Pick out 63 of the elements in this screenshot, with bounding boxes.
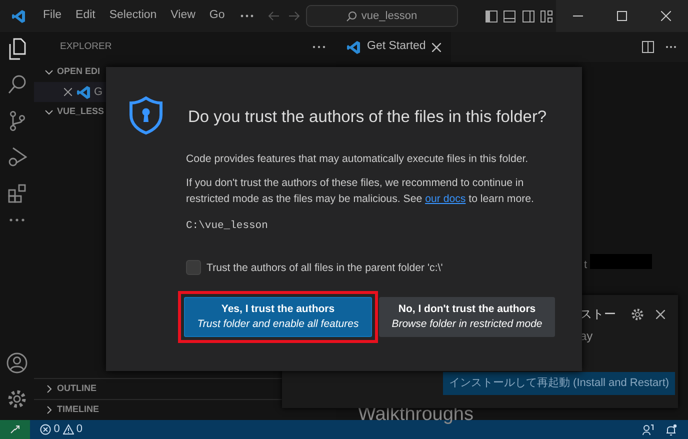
chevron-down-icon[interactable] <box>44 67 54 77</box>
search-icon <box>346 10 358 22</box>
section-header[interactable]: OUTLINE <box>57 382 96 396</box>
section-header[interactable]: TIMELINE <box>57 403 99 417</box>
menu-item[interactable]: File <box>36 7 69 25</box>
settings-icon[interactable] <box>6 388 28 410</box>
settings-icon[interactable] <box>631 308 644 321</box>
notification-title: ストー <box>580 306 616 323</box>
chevron-down-icon[interactable] <box>44 107 54 117</box>
extensions-icon[interactable] <box>7 182 27 204</box>
more-icon[interactable] <box>240 14 254 18</box>
more-icon[interactable] <box>665 45 677 49</box>
chevron-right-icon[interactable] <box>44 405 54 415</box>
restricted-mode-button[interactable]: No, I don't trust the authors Browse folder in restricted mode <box>379 296 555 337</box>
file-logo-icon <box>76 85 90 99</box>
editor-tab[interactable]: Get Started <box>336 32 451 62</box>
trust-button[interactable]: Yes, I trust the authors Trust folder and enable all features <box>184 296 372 337</box>
problems-button[interactable]: 0 0 <box>34 420 88 439</box>
checkbox-label: Trust the authors of all files in the parent folder 'c:\' <box>206 260 443 276</box>
warning-icon <box>62 424 74 435</box>
close-icon[interactable] <box>64 88 72 96</box>
app-logo-icon <box>11 8 26 24</box>
run-debug-icon[interactable] <box>7 146 27 168</box>
menu-item[interactable]: View <box>164 7 202 25</box>
split-editor-icon[interactable] <box>642 41 654 53</box>
remote-button[interactable] <box>0 420 30 439</box>
section-heading: Walkthroughs <box>358 403 474 427</box>
tab-logo-icon <box>346 40 361 54</box>
source-control-icon[interactable] <box>7 110 27 132</box>
menu-item[interactable]: Selection <box>102 7 164 25</box>
remote-icon <box>10 425 20 434</box>
sidebar-title: EXPLORER <box>60 40 112 54</box>
error-icon <box>40 424 51 435</box>
section-header[interactable]: VUE_LESS <box>57 105 104 119</box>
dialog-title: Do you trust the authors of the files in this folder? <box>188 106 547 128</box>
docs-link[interactable]: our docs <box>425 193 466 205</box>
partial-text: t <box>584 258 588 273</box>
secondary-sidebar-icon[interactable] <box>522 10 535 22</box>
close-icon <box>661 11 671 21</box>
search-field[interactable]: vue_lesson <box>306 5 458 27</box>
chevron-right-icon[interactable] <box>44 384 54 394</box>
feedback-icon[interactable] <box>642 424 654 436</box>
sidebar-toggle-icon[interactable] <box>484 10 498 22</box>
section-header[interactable]: OPEN EDI <box>57 65 100 79</box>
menu-item[interactable]: Edit <box>68 7 102 25</box>
dialog-message: Code provides features that may automatically execute files in this folder. <box>186 152 530 167</box>
folder-path: C:\vue_lesson <box>186 219 269 234</box>
shield-lock-icon <box>128 95 164 135</box>
close-icon[interactable] <box>432 42 441 52</box>
more-icon[interactable] <box>8 218 26 222</box>
maximize-icon <box>617 11 627 21</box>
files-icon[interactable] <box>7 38 27 60</box>
search-icon[interactable] <box>7 74 27 96</box>
menu-item[interactable]: Go <box>202 7 232 25</box>
install-restart-button[interactable]: インストールして再起動 (Install and Restart) <box>443 372 676 395</box>
account-icon[interactable] <box>6 352 28 374</box>
checkbox[interactable] <box>186 260 201 276</box>
more-icon[interactable] <box>312 45 326 49</box>
dialog-warning: If you don't trust the authors of these files, we recommend to continue in restricted mode as the files may be malicious. See our docs to learn more. <box>186 176 536 207</box>
close-icon[interactable] <box>656 310 665 319</box>
layout-icon[interactable] <box>540 10 554 22</box>
notification-bell-icon[interactable] <box>665 424 677 436</box>
panel-toggle-icon[interactable] <box>503 10 516 22</box>
